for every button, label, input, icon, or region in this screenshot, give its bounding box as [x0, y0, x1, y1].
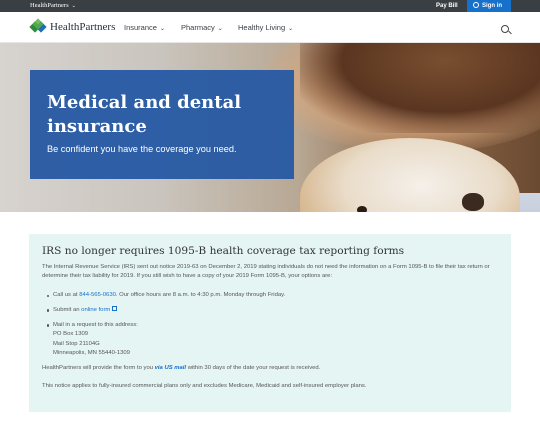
list-item-submit: Submit an online form	[47, 306, 493, 315]
hero-photo-dog	[300, 138, 520, 212]
list-item-call: Call us at 844-565-0630. Our office hour…	[47, 291, 493, 300]
nav-item-label: Insurance	[124, 23, 157, 32]
hero-photo-dog-eye	[357, 206, 367, 212]
online-form-label: online form	[81, 306, 111, 313]
options-list: Call us at 844-565-0630. Our office hour…	[47, 291, 493, 364]
address-line: Minneapolis, MN 55440-1309	[53, 350, 130, 357]
logo-mark-icon	[29, 18, 47, 35]
irs-notice-box: IRS no longer requires 1095-B health cov…	[29, 234, 511, 412]
list-item-mail: Mail in a request to this address: PO Bo…	[47, 321, 493, 359]
sign-in-button[interactable]: Sign in	[467, 0, 511, 12]
phone-link[interactable]: 844-565-0630	[79, 292, 116, 298]
nav-item-pharmacy[interactable]: Pharmacy ⌄	[181, 23, 223, 32]
address-line: PO Box 1309	[53, 331, 89, 338]
brand-switcher-label: HealthPartners	[30, 2, 69, 9]
nav-item-healthy-living[interactable]: Healthy Living ⌄	[238, 23, 293, 32]
hero-banner: Medical and dental insurance Be confiden…	[0, 43, 540, 212]
sign-in-label: Sign in	[482, 3, 502, 9]
submit-prefix: Submit an	[53, 306, 82, 313]
online-form-link[interactable]: online form	[81, 306, 118, 313]
hero-photo-dog-nose	[462, 193, 484, 211]
logo-text: HealthPartners	[50, 21, 116, 33]
chevron-down-icon: ⌄	[217, 26, 223, 32]
provide-prefix: HealthPartners will provide the form to …	[42, 365, 155, 371]
person-icon	[473, 2, 479, 8]
provide-emphasis: via US mail	[154, 365, 187, 371]
nav-item-label: Pharmacy	[181, 23, 215, 32]
top-utility-bar: HealthPartners ⌄ Pay Bill Sign in	[0, 0, 540, 12]
notice-heading: IRS no longer requires 1095-B health cov…	[42, 245, 405, 257]
applies-note: This notice applies to fully-insured com…	[42, 383, 367, 389]
call-prefix: Call us at	[53, 292, 80, 298]
notice-intro: The Internal Revenue Service (IRS) sent …	[42, 264, 490, 280]
main-nav: HealthPartners Insurance ⌄ Pharmacy ⌄ Heal…	[0, 12, 540, 43]
chevron-down-icon: ⌄	[288, 26, 294, 32]
hero-subtitle: Be confident you have the coverage you n…	[47, 144, 237, 154]
brand-switcher[interactable]: HealthPartners ⌄	[30, 1, 76, 12]
address-line: Mail Stop 21104G	[53, 340, 100, 347]
external-link-icon	[112, 306, 118, 312]
nav-item-insurance[interactable]: Insurance ⌄	[124, 23, 165, 32]
chevron-down-icon: ⌄	[71, 4, 76, 9]
hero-title: Medical and dental insurance	[47, 92, 242, 137]
provide-note: HealthPartners will provide the form to …	[42, 364, 502, 373]
provide-suffix: within 30 days of the date your request …	[186, 365, 321, 371]
mail-intro: Mail in a request to this address:	[53, 321, 138, 328]
pay-bill-link[interactable]: Pay Bill	[436, 1, 458, 11]
nav-item-label: Healthy Living	[238, 23, 286, 32]
call-suffix: . Our office hours are 8 a.m. to 4:30 p.…	[115, 292, 286, 298]
chevron-down-icon: ⌄	[159, 26, 165, 32]
hero-photo-hair	[300, 43, 540, 133]
search-icon[interactable]	[501, 25, 509, 33]
